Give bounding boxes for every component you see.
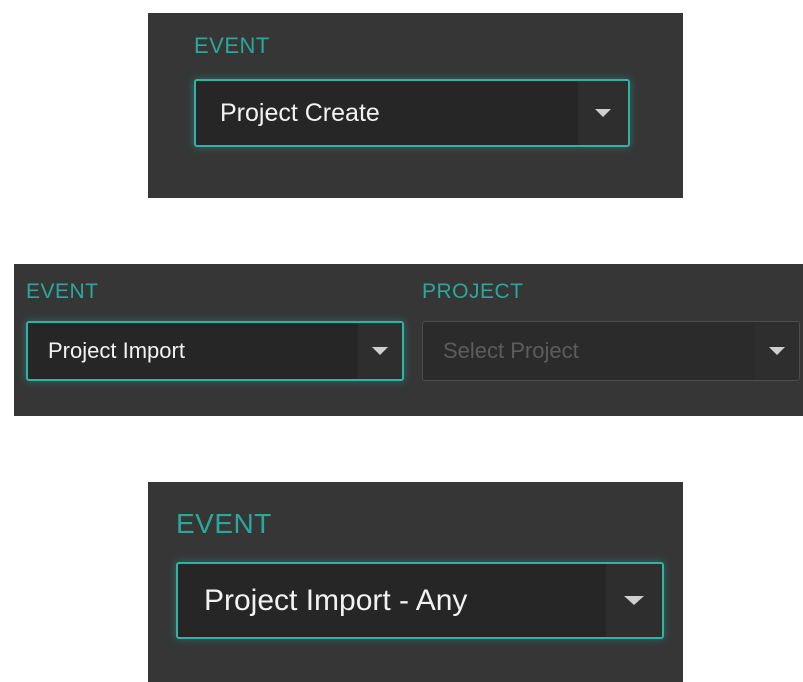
- event-select[interactable]: Project Import: [26, 321, 404, 381]
- project-select[interactable]: Select Project: [422, 321, 800, 381]
- event-select-value: Project Create: [220, 98, 380, 127]
- event-label: EVENT: [176, 508, 272, 539]
- project-label: PROJECT: [422, 280, 524, 303]
- project-select-placeholder: Select Project: [443, 338, 579, 363]
- event-panel-project-import-any: EVENT Project Import - Any: [148, 482, 683, 682]
- event-select[interactable]: Project Create: [194, 79, 630, 147]
- chevron-down-icon: [624, 596, 644, 605]
- event-select-value: Project Import - Any: [204, 583, 468, 617]
- event-panel-project-import: EVENT PROJECT Project Import Select Proj…: [14, 264, 803, 416]
- chevron-down-icon: [769, 347, 785, 355]
- event-select-toggle[interactable]: [358, 323, 402, 379]
- event-select-value: Project Import: [48, 338, 185, 363]
- event-panel-project-create: EVENT Project Create: [148, 13, 683, 198]
- project-select-toggle[interactable]: [755, 322, 799, 380]
- event-select[interactable]: Project Import - Any: [176, 562, 664, 639]
- event-label: EVENT: [26, 280, 99, 303]
- event-label: EVENT: [194, 33, 270, 58]
- event-select-toggle[interactable]: [606, 564, 662, 637]
- chevron-down-icon: [372, 347, 388, 355]
- event-select-toggle[interactable]: [578, 81, 628, 145]
- chevron-down-icon: [595, 109, 611, 117]
